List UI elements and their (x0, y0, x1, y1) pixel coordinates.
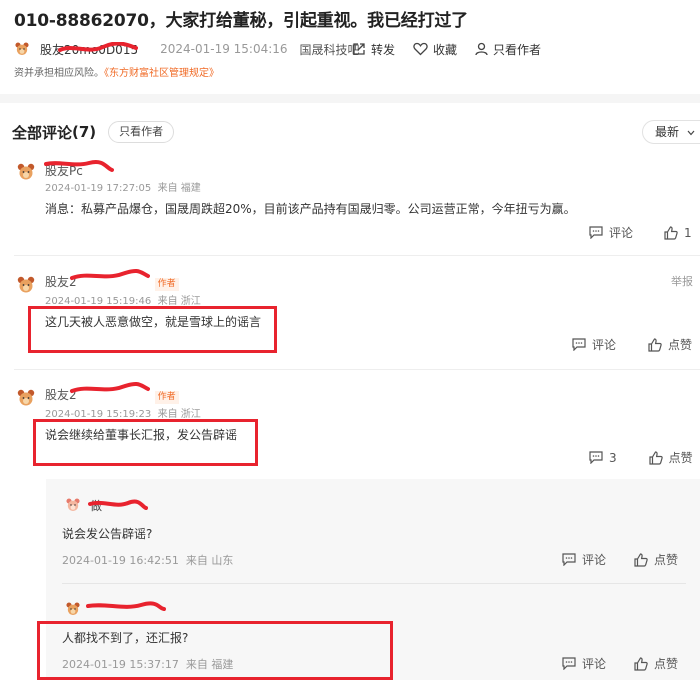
like-button[interactable]: 点赞 (649, 449, 693, 466)
reply-meta: 2024-01-19 16:42:51 来自 山东 (62, 554, 234, 567)
comment-username[interactable]: 股友2 作者 (45, 386, 179, 404)
comments-title: 全部评论 (12, 123, 73, 142)
thumbs-up-icon (634, 656, 648, 671)
comment-button[interactable]: 评论 (572, 336, 616, 353)
thumbs-up-icon (634, 552, 648, 567)
person-icon (475, 42, 488, 56)
like-button[interactable]: 点赞 (648, 336, 692, 353)
author-badge: 作者 (154, 278, 179, 291)
comment-button[interactable]: 评论 (562, 655, 606, 672)
user-avatar-icon[interactable] (16, 275, 36, 295)
comment-icon (572, 338, 586, 351)
comment-icon (589, 451, 603, 464)
comment-actions: 评论 1 (589, 224, 692, 241)
user-avatar-icon[interactable] (65, 497, 81, 513)
reply-username[interactable]: 做 (90, 497, 102, 514)
post-author[interactable]: 股友20mo0D015 (40, 41, 138, 58)
comment-meta: 2024-01-19 15:19:23 来自 浙江 (45, 409, 201, 420)
user-avatar-icon[interactable] (16, 162, 36, 182)
comment-username[interactable]: 股友2 作者 (45, 273, 179, 291)
comment-actions: 3 点赞 (589, 449, 693, 466)
like-button[interactable]: 点赞 (634, 655, 678, 672)
comment-button[interactable]: 3 (589, 451, 617, 465)
comment-icon (562, 553, 576, 566)
comments-header: 全部评论 (7) 只看作者 (12, 121, 175, 143)
disclaimer: 资并承担相应风险。《东方财富社区管理规定》 (14, 68, 219, 79)
reply-actions: 评论 点赞 (562, 551, 678, 568)
author-only-button[interactable]: 只看作者 (475, 41, 541, 58)
comment-divider (14, 255, 700, 256)
thumbs-up-icon (649, 450, 663, 465)
heart-icon (413, 42, 428, 56)
post-meta: 股友20mo0D015 2024-01-19 15:04:16 国晟科技吧 (14, 40, 360, 58)
community-rules-link[interactable]: 《东方财富社区管理规定》 (104, 68, 219, 79)
user-avatar-icon[interactable] (16, 388, 36, 408)
post-title: 010-88862070，大家打给董秘，引起重视。我已经打过了 (14, 11, 468, 31)
comment-meta: 2024-01-19 15:19:46 来自 浙江 (45, 296, 201, 307)
thumbs-up-icon (648, 337, 662, 352)
reply-divider (62, 583, 686, 584)
like-button[interactable]: 1 (664, 226, 692, 240)
report-link[interactable]: 举报 (671, 273, 693, 289)
reply-actions: 评论 点赞 (562, 655, 678, 672)
reply-text: 人都找不到了，还汇报? (62, 631, 189, 645)
chevron-down-icon (687, 130, 695, 136)
sort-dropdown[interactable]: 最新 (642, 120, 700, 144)
author-badge: 作者 (154, 391, 179, 404)
comment-username[interactable]: 股友Pc (45, 162, 83, 179)
comment-icon (562, 657, 576, 670)
post-source[interactable]: 国晟科技吧 (300, 41, 360, 58)
post-time: 2024-01-19 15:04:16 (160, 42, 288, 56)
comment-text: 消息：私募产品爆仓，国晟周跌超20%，目前该产品持有国晟归零。公司运营正常，今年… (45, 202, 576, 216)
thumbs-up-icon (664, 225, 678, 240)
favorite-button[interactable]: 收藏 (413, 41, 457, 58)
comment-icon (589, 226, 603, 239)
reply-text: 说会发公告辟谣? (62, 527, 153, 541)
share-icon (353, 43, 365, 55)
comments-count: (7) (72, 123, 97, 141)
comment-text: 这几天被人恶意做空，就是雪球上的谣言 (45, 315, 262, 329)
post-header-card: 010-88862070，大家打给董秘，引起重视。我已经打过了 股友20mo0D… (0, 0, 700, 94)
comment-meta: 2024-01-19 17:27:05 来自 福建 (45, 183, 201, 194)
comment-button[interactable]: 评论 (562, 551, 606, 568)
post-actions: 转发 收藏 只看作者 (352, 40, 559, 58)
comment-text: 说会继续给董事长汇报，发公告辟谣 (45, 428, 238, 442)
like-button[interactable]: 点赞 (634, 551, 678, 568)
forward-button[interactable]: 转发 (352, 41, 395, 58)
author-only-filter[interactable]: 只看作者 (108, 121, 175, 143)
comment-divider (14, 369, 700, 370)
comment-actions: 评论 点赞 (572, 336, 692, 353)
user-avatar-icon[interactable] (65, 601, 81, 617)
comment-button[interactable]: 评论 (589, 224, 633, 241)
reply-meta: 2024-01-19 15:37:17 来自 福建 (62, 658, 234, 671)
user-avatar-icon[interactable] (14, 41, 30, 57)
reply-thread: 做 说会发公告辟谣? 2024-01-19 16:42:51 来自 山东 评论 … (46, 479, 700, 680)
